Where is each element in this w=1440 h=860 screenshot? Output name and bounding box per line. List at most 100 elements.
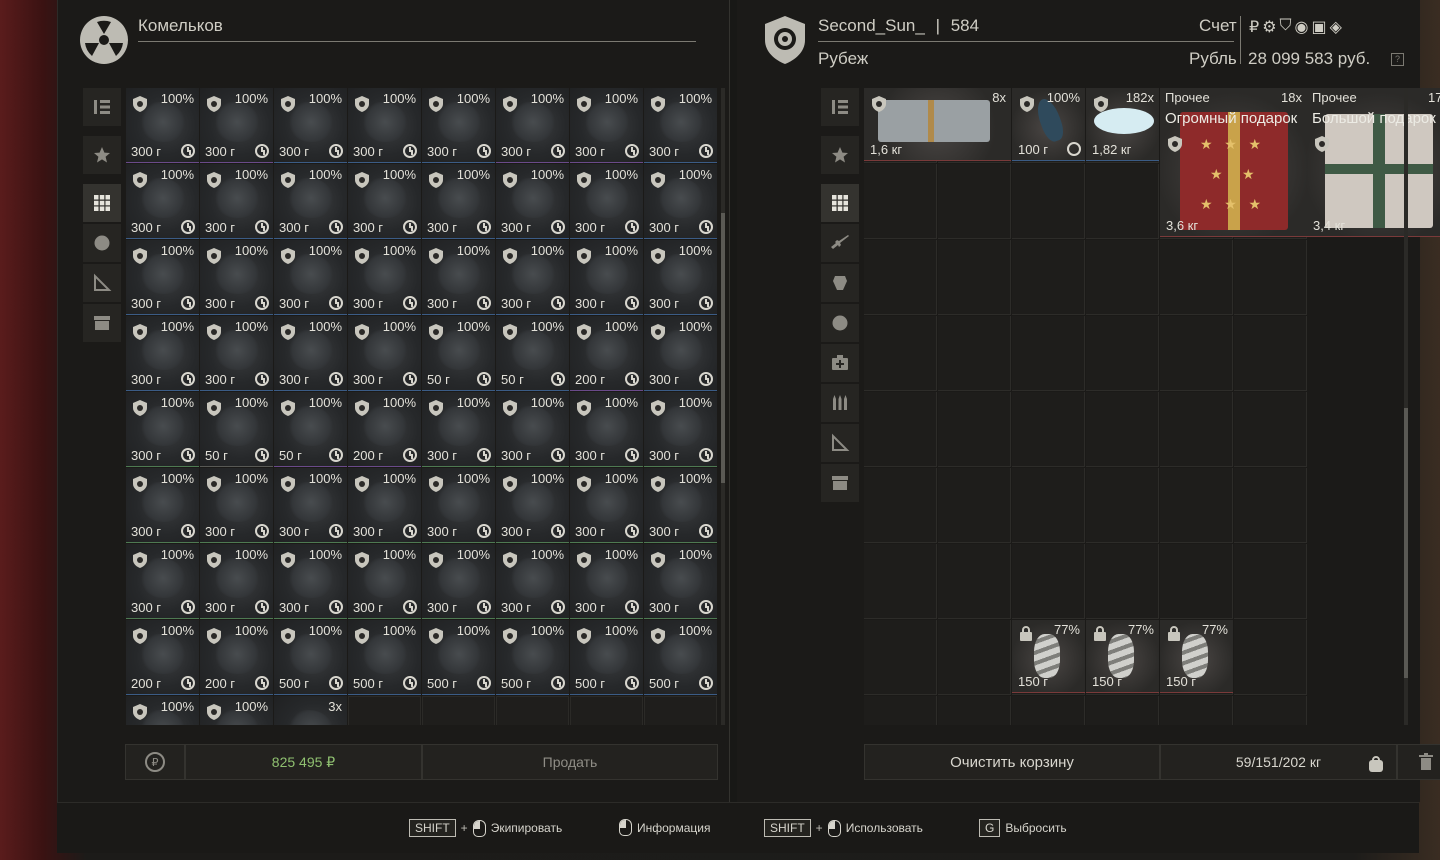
stash-item[interactable]: 100% 300 г	[496, 88, 569, 163]
cart-slot[interactable]	[864, 240, 937, 315]
cart-scrollbar[interactable]	[1404, 88, 1408, 725]
cart-slot[interactable]	[1086, 696, 1159, 725]
stash-item[interactable]: 100% 300 г	[126, 240, 199, 315]
huge-gift-item[interactable]: ★ ★ ★ ★ ★ ★ ★ ★ Прочее 18x Огромный пода…	[1160, 88, 1307, 237]
cart-slot[interactable]	[1012, 696, 1085, 725]
drill-item[interactable]: 77% 150 г	[1160, 620, 1233, 693]
stash-item[interactable]: 100% 500 г	[570, 620, 643, 695]
stash-item[interactable]: 100% 300 г	[126, 392, 199, 467]
card-token-icon[interactable]: ◈	[1330, 17, 1342, 37]
ammo-filter[interactable]	[821, 384, 859, 422]
cart-slot[interactable]	[938, 164, 1011, 239]
cart-slot[interactable]	[1012, 164, 1085, 239]
stash-item[interactable]: 100% 300 г	[200, 544, 273, 619]
stash-item[interactable]: 100% 500 г	[644, 620, 717, 695]
cart-slot[interactable]	[864, 468, 937, 543]
cart-slot[interactable]	[1160, 316, 1233, 391]
empty-slot[interactable]	[570, 696, 643, 725]
cart-slot[interactable]	[938, 544, 1011, 619]
stash-item[interactable]: 100% 300 г	[570, 544, 643, 619]
cart-favorites-filter[interactable]	[821, 136, 859, 174]
stash-item[interactable]: 100% 300 г	[644, 468, 717, 543]
stash-item[interactable]: 100% 300 г	[644, 392, 717, 467]
drill-item[interactable]: 77% 150 г	[1012, 620, 1085, 693]
stash-item[interactable]: 100% 300 г	[200, 316, 273, 391]
stash-item[interactable]: 100% 300 г	[644, 544, 717, 619]
cart-slot[interactable]	[1086, 164, 1159, 239]
cart-slot[interactable]	[1012, 544, 1085, 619]
stash-item[interactable]: 100%	[200, 696, 273, 725]
stash-item[interactable]: 100% 300 г	[570, 468, 643, 543]
cart-slot[interactable]	[1160, 392, 1233, 467]
favorites-filter[interactable]	[83, 136, 121, 174]
stash-item[interactable]: 100% 300 г	[422, 544, 495, 619]
cart-slot[interactable]	[864, 392, 937, 467]
stash-item[interactable]: 100%	[126, 696, 199, 725]
help-button[interactable]: ?	[1391, 53, 1404, 66]
stash-item[interactable]: 100% 300 г	[496, 240, 569, 315]
ruble-icon[interactable]: ₽	[1249, 17, 1259, 37]
cart-slot[interactable]	[1160, 240, 1233, 315]
cart-slot[interactable]	[1012, 392, 1085, 467]
cart-slot[interactable]	[1086, 392, 1159, 467]
cart-sort-button[interactable]	[821, 88, 859, 126]
stash-item[interactable]: 100% 50 г	[422, 316, 495, 391]
cart-all-filter[interactable]	[821, 184, 859, 222]
stash-item[interactable]: 100% 300 г	[200, 468, 273, 543]
stash-item[interactable]: 100% 300 г	[126, 316, 199, 391]
stash-item[interactable]: 100% 300 г	[274, 240, 347, 315]
stash-item[interactable]: 100% 300 г	[422, 468, 495, 543]
stash-item[interactable]: 100% 300 г	[126, 88, 199, 163]
misc-filter[interactable]	[83, 304, 121, 342]
armor-filter[interactable]	[821, 264, 859, 302]
cart-slot[interactable]	[938, 696, 1011, 725]
feather-item[interactable]: 100% 100 г	[1012, 88, 1085, 161]
stash-item[interactable]: 100% 500 г	[422, 620, 495, 695]
gear-token-icon[interactable]: ⚙	[1262, 17, 1276, 37]
stash-item[interactable]: 100% 300 г	[422, 164, 495, 239]
cart-slot[interactable]	[938, 240, 1011, 315]
stash-item[interactable]: 100% 200 г	[200, 620, 273, 695]
snow-item[interactable]: 182x 1,82 кг	[1086, 88, 1159, 161]
stash-item[interactable]: 100% 300 г	[496, 392, 569, 467]
stash-item[interactable]: 100% 300 г	[348, 316, 421, 391]
stash-item[interactable]: 100% 500 г	[496, 620, 569, 695]
cart-slot[interactable]	[1234, 544, 1307, 619]
stash-item[interactable]: 100% 300 г	[496, 544, 569, 619]
cart-slot[interactable]	[864, 696, 937, 725]
stash-scroll-thumb[interactable]	[721, 213, 725, 483]
stash-item[interactable]: 100% 300 г	[422, 88, 495, 163]
stash-item[interactable]: 100% 300 г	[570, 392, 643, 467]
sort-button[interactable]	[83, 88, 121, 126]
cart-slot[interactable]	[1160, 468, 1233, 543]
cart-slot[interactable]	[1086, 240, 1159, 315]
empty-slot[interactable]	[644, 696, 717, 725]
stash-item[interactable]: 100% 300 г	[570, 164, 643, 239]
stash-scrollbar[interactable]	[721, 88, 725, 725]
stash-item[interactable]: 100% 300 г	[274, 164, 347, 239]
empty-slot[interactable]	[422, 696, 495, 725]
stash-item[interactable]: 100% 500 г	[274, 620, 347, 695]
weapons-filter[interactable]	[821, 224, 859, 262]
cart-slot[interactable]	[864, 164, 937, 239]
stash-item[interactable]: 100% 500 г	[348, 620, 421, 695]
cart-slot[interactable]	[1086, 316, 1159, 391]
stash-item[interactable]: 100% 300 г	[274, 316, 347, 391]
cart-slot[interactable]	[864, 620, 937, 695]
all-items-filter[interactable]	[83, 184, 121, 222]
stash-item[interactable]: 100% 300 г	[274, 88, 347, 163]
parcel-item[interactable]: 8x 1,6 кг	[864, 88, 1011, 161]
cart-slot[interactable]	[1012, 240, 1085, 315]
stash-item[interactable]: 100% 200 г	[570, 316, 643, 391]
cart-misc-filter[interactable]	[821, 464, 859, 502]
stash-item[interactable]: 100% 200 г	[126, 620, 199, 695]
empty-slot[interactable]	[496, 696, 569, 725]
stash-item[interactable]: 100% 300 г	[348, 240, 421, 315]
currency-button[interactable]: ₽	[125, 744, 185, 780]
artifacts-filter[interactable]	[83, 224, 121, 262]
stash-item[interactable]: 100% 300 г	[496, 164, 569, 239]
cart-slot[interactable]	[1086, 468, 1159, 543]
stash-item[interactable]: 100% 300 г	[126, 164, 199, 239]
stash-item[interactable]: 100% 50 г	[200, 392, 273, 467]
cart-slot[interactable]	[1012, 316, 1085, 391]
